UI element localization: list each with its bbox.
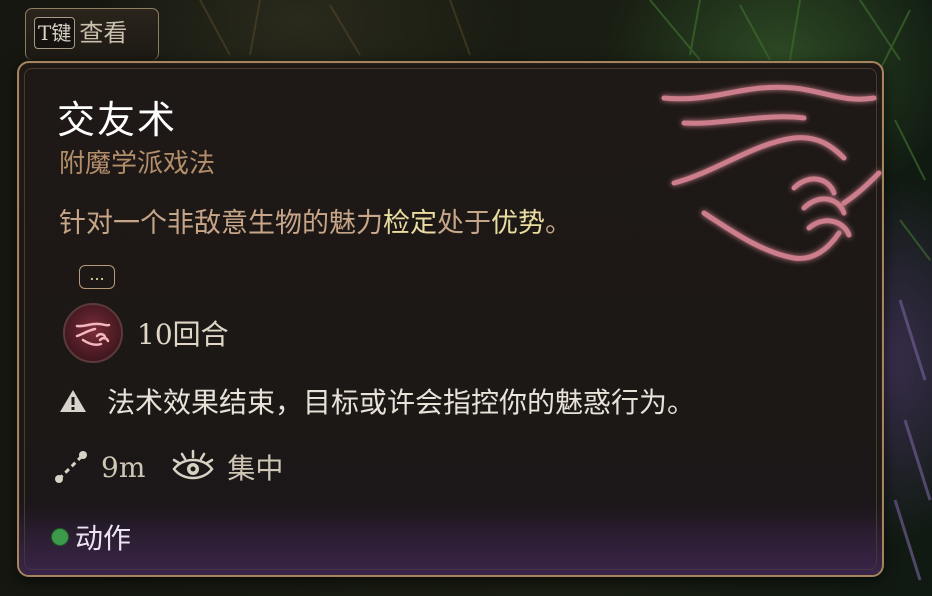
description-text-end: 。 [545,208,572,239]
concentration-property: 集中 [171,447,283,487]
t-key-badge: T键 [34,17,76,49]
duration-row: 10回合 [63,303,229,363]
action-type: 动作 [51,517,131,557]
warning-row: 法术效果结束，目标或许会指控你的魅惑行为。 [59,381,695,421]
spell-school: 附魔学派戏法 [59,149,216,179]
keyword-advantage[interactable]: 优势 [491,208,545,239]
description-text: 针对一个非敌意生物的魅力 [59,208,383,239]
description-text-mid: 处于 [437,208,491,239]
view-label: 查看 [79,19,128,47]
keyword-check[interactable]: 检定 [383,208,437,239]
handshake-icon [63,303,123,363]
warning-text: 法术效果结束，目标或许会指控你的魅惑行为。 [107,386,696,419]
action-type-text: 动作 [75,522,132,555]
range-icon [55,451,87,483]
key-hint[interactable]: T键 查看 [25,8,159,60]
tooltip-footer: 动作 [19,499,882,575]
concentration-eye-icon [172,449,214,480]
spell-description: 针对一个非敌意生物的魅力检定处于优势。... [59,198,619,302]
spell-tooltip: 交友术 附魔学派戏法 针对一个非敌意生物的魅力检定处于优势。... 10回合 法 [17,61,884,577]
duration-text: 10回合 [137,318,229,351]
range-property: 9m [53,449,145,485]
warning-icon [60,390,86,412]
spell-name: 交友术 [57,98,178,142]
concentration-text: 集中 [227,452,284,485]
spell-properties: 9m 集中 [53,447,309,487]
action-dot-icon [51,528,69,546]
range-text: 9m [101,450,146,484]
more-info-button[interactable]: ... [79,264,115,289]
handshake-icon [661,84,882,261]
